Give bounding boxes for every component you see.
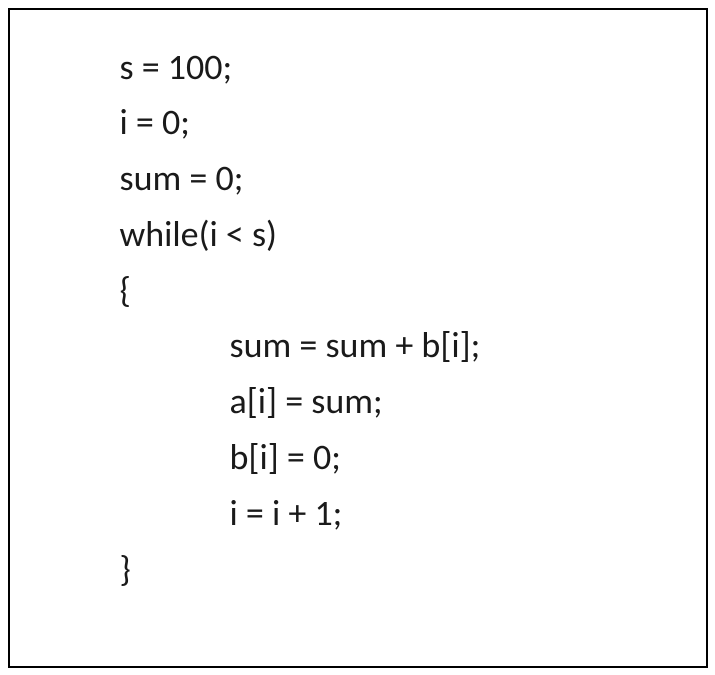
code-line-5: { (120, 263, 706, 319)
code-line-4: while(i < s) (120, 207, 706, 263)
code-block: s = 100; i = 0; sum = 0; while(i < s) { … (8, 8, 708, 668)
code-line-1: s = 100; (120, 40, 706, 96)
code-line-10: } (120, 542, 706, 598)
code-line-3: sum = 0; (120, 151, 706, 207)
code-line-7: a[i] = sum; (120, 374, 706, 430)
code-line-8: b[i] = 0; (120, 430, 706, 486)
code-line-6: sum = sum + b[i]; (120, 318, 706, 374)
code-line-2: i = 0; (120, 95, 706, 151)
code-line-9: i = i + 1; (120, 486, 706, 542)
